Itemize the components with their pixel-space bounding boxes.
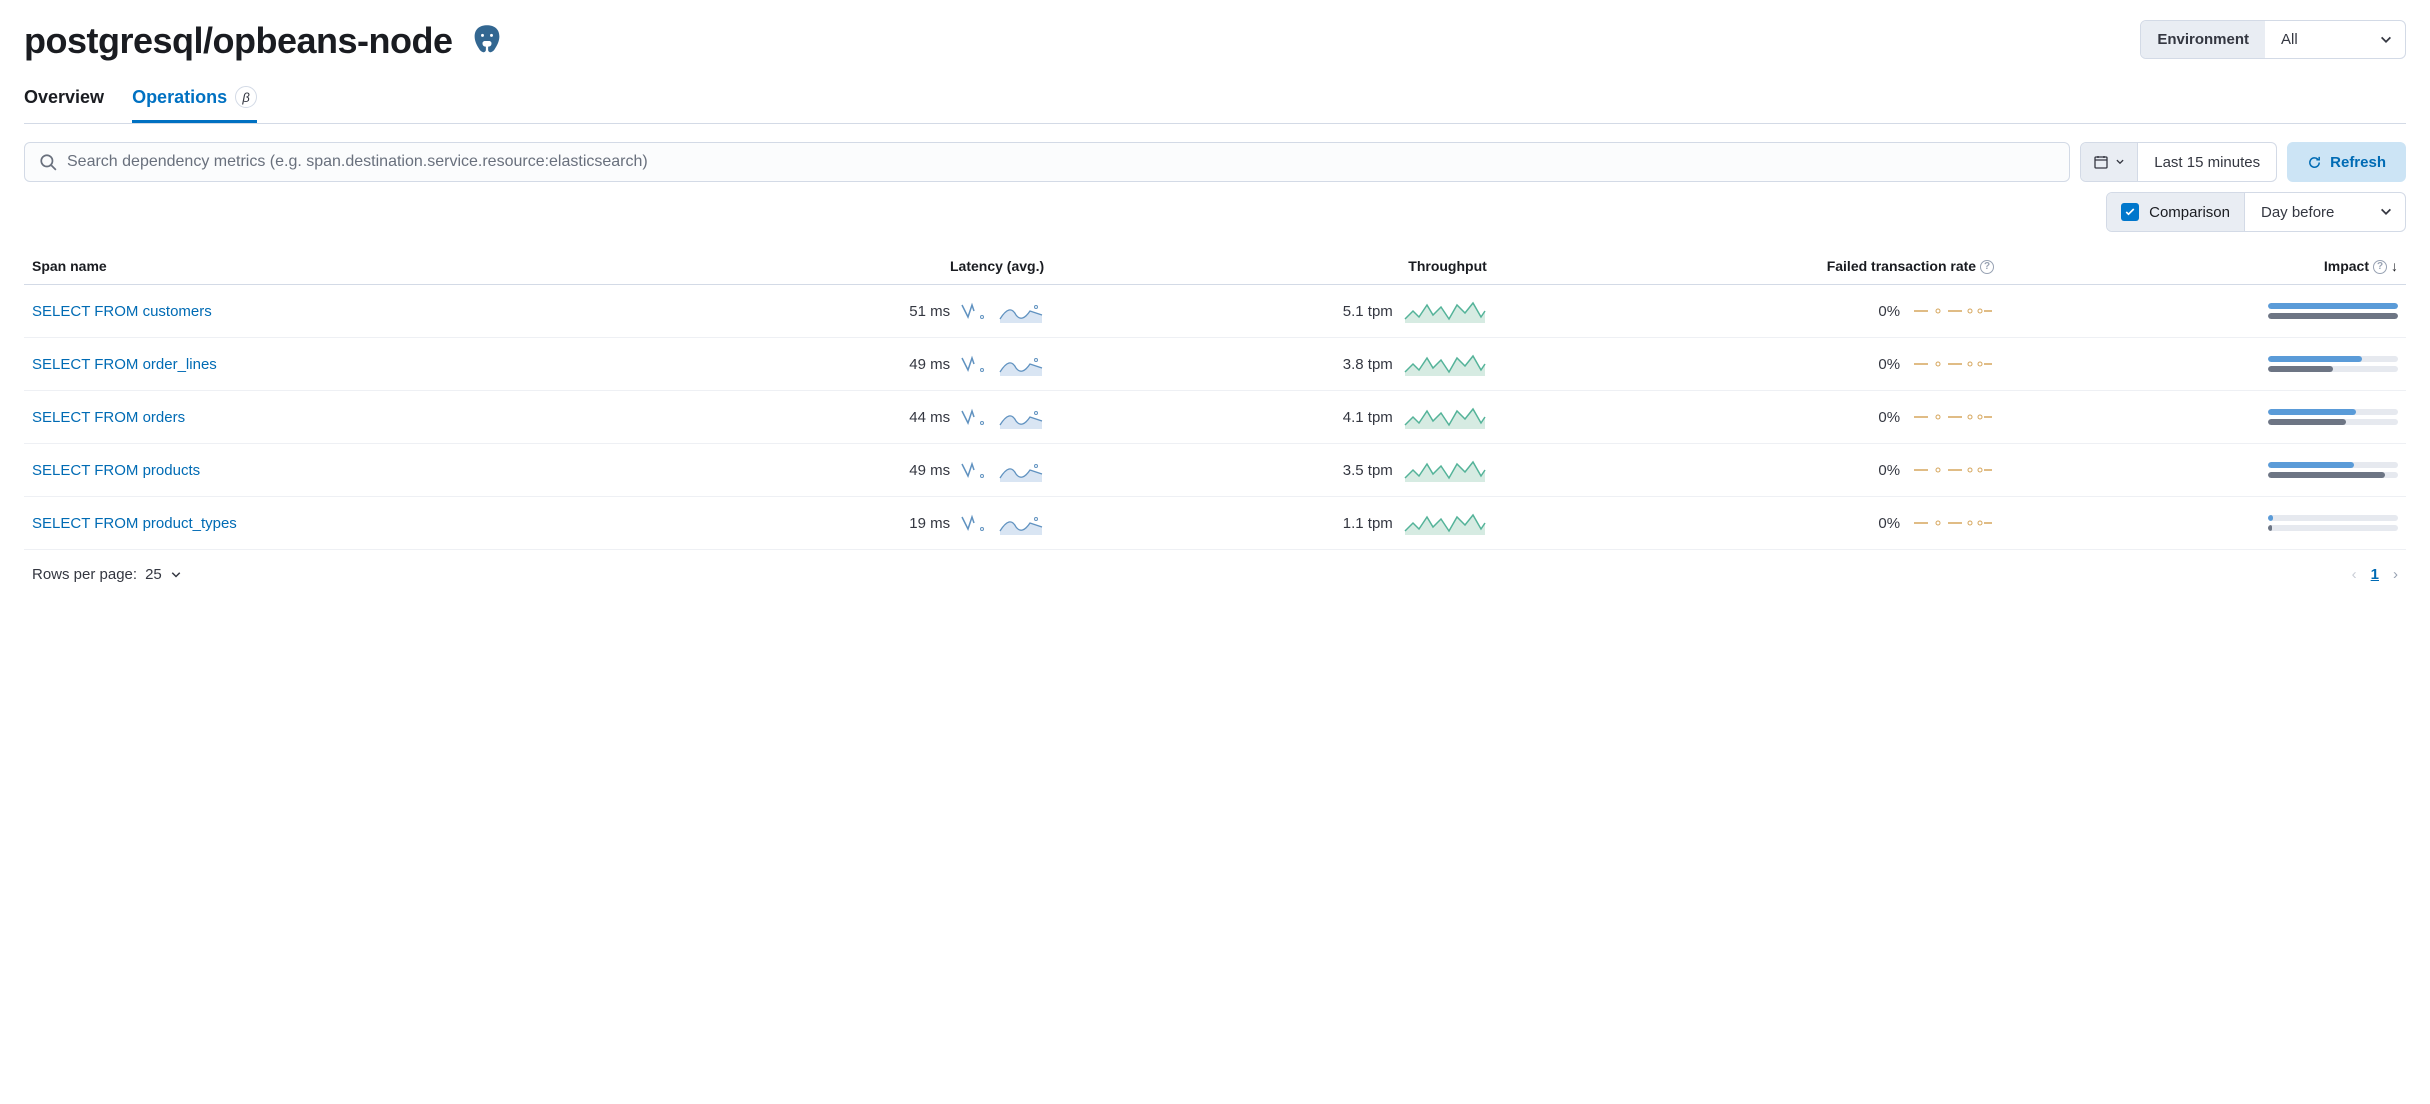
col-throughput[interactable]: Throughput <box>1052 248 1495 285</box>
help-icon[interactable]: ? <box>2373 260 2387 274</box>
col-failed[interactable]: Failed transaction rate? <box>1495 248 2002 285</box>
calendar-icon[interactable] <box>2081 143 2138 181</box>
header: postgresql/opbeans-node Environment All <box>24 20 2406 62</box>
span-link[interactable]: SELECT FROM orders <box>24 391 635 444</box>
impact-cell <box>2002 444 2406 497</box>
throughput-cell: 5.1 tpm <box>1052 285 1495 338</box>
table-row: SELECT FROM orders44 ms4.1 tpm0% <box>24 391 2406 444</box>
span-link[interactable]: SELECT FROM products <box>24 444 635 497</box>
search-icon <box>39 153 57 171</box>
table-row: SELECT FROM product_types19 ms1.1 tpm0% <box>24 497 2406 550</box>
comparison-picker[interactable]: Comparison Day before <box>2106 192 2406 232</box>
col-latency[interactable]: Latency (avg.) <box>635 248 1052 285</box>
search-box[interactable] <box>24 142 2070 182</box>
sort-desc-icon: ↓ <box>2391 258 2398 274</box>
throughput-cell: 4.1 tpm <box>1052 391 1495 444</box>
table-row: SELECT FROM order_lines49 ms3.8 tpm0% <box>24 338 2406 391</box>
latency-cell: 44 ms <box>635 391 1052 444</box>
span-link[interactable]: SELECT FROM order_lines <box>24 338 635 391</box>
failed-cell: 0% <box>1495 285 2002 338</box>
rows-per-page[interactable]: Rows per page: 25 <box>32 566 182 583</box>
refresh-button[interactable]: Refresh <box>2287 142 2406 182</box>
impact-cell <box>2002 391 2406 444</box>
chevron-down-icon <box>2115 157 2125 167</box>
tabs: Overview Operations β <box>24 86 2406 124</box>
latency-cell: 19 ms <box>635 497 1052 550</box>
impact-cell <box>2002 338 2406 391</box>
page-number[interactable]: 1 <box>2371 566 2379 583</box>
checkbox-icon <box>2121 203 2139 221</box>
pagination: ‹ 1 › <box>2352 566 2398 583</box>
chevron-down-icon <box>2379 33 2393 47</box>
failed-cell: 0% <box>1495 444 2002 497</box>
tab-overview[interactable]: Overview <box>24 86 104 123</box>
latency-cell: 51 ms <box>635 285 1052 338</box>
col-span[interactable]: Span name <box>24 248 635 285</box>
throughput-cell: 3.5 tpm <box>1052 444 1495 497</box>
comparison-value[interactable]: Day before <box>2245 193 2405 231</box>
search-input[interactable] <box>67 153 2055 171</box>
latency-cell: 49 ms <box>635 338 1052 391</box>
datetime-picker[interactable]: Last 15 minutes <box>2080 142 2277 182</box>
latency-cell: 49 ms <box>635 444 1052 497</box>
environment-value[interactable]: All <box>2265 21 2405 58</box>
table-row: SELECT FROM customers51 ms5.1 tpm0% <box>24 285 2406 338</box>
span-link[interactable]: SELECT FROM customers <box>24 285 635 338</box>
timerange-value[interactable]: Last 15 minutes <box>2138 143 2276 181</box>
comparison-row: Comparison Day before <box>24 192 2406 232</box>
tab-operations[interactable]: Operations β <box>132 86 257 123</box>
environment-picker[interactable]: Environment All <box>2140 20 2406 59</box>
comparison-toggle[interactable]: Comparison <box>2107 193 2245 231</box>
table-footer: Rows per page: 25 ‹ 1 › <box>24 550 2406 587</box>
refresh-icon <box>2307 155 2322 170</box>
failed-cell: 0% <box>1495 391 2002 444</box>
col-impact[interactable]: Impact?↓ <box>2002 248 2406 285</box>
table-row: SELECT FROM products49 ms3.5 tpm0% <box>24 444 2406 497</box>
help-icon[interactable]: ? <box>1980 260 1994 274</box>
throughput-cell: 1.1 tpm <box>1052 497 1495 550</box>
impact-cell <box>2002 285 2406 338</box>
next-page[interactable]: › <box>2393 566 2398 583</box>
failed-cell: 0% <box>1495 497 2002 550</box>
impact-cell <box>2002 497 2406 550</box>
controls-row: Last 15 minutes Refresh <box>24 142 2406 182</box>
throughput-cell: 3.8 tpm <box>1052 338 1495 391</box>
prev-page[interactable]: ‹ <box>2352 566 2357 583</box>
operations-table: Span name Latency (avg.) Throughput Fail… <box>24 248 2406 550</box>
chevron-down-icon <box>170 569 182 581</box>
failed-cell: 0% <box>1495 338 2002 391</box>
postgresql-icon <box>469 23 505 59</box>
chevron-down-icon <box>2379 205 2393 219</box>
beta-badge: β <box>235 86 257 108</box>
environment-label: Environment <box>2141 21 2265 58</box>
page-title: postgresql/opbeans-node <box>24 20 453 62</box>
span-link[interactable]: SELECT FROM product_types <box>24 497 635 550</box>
